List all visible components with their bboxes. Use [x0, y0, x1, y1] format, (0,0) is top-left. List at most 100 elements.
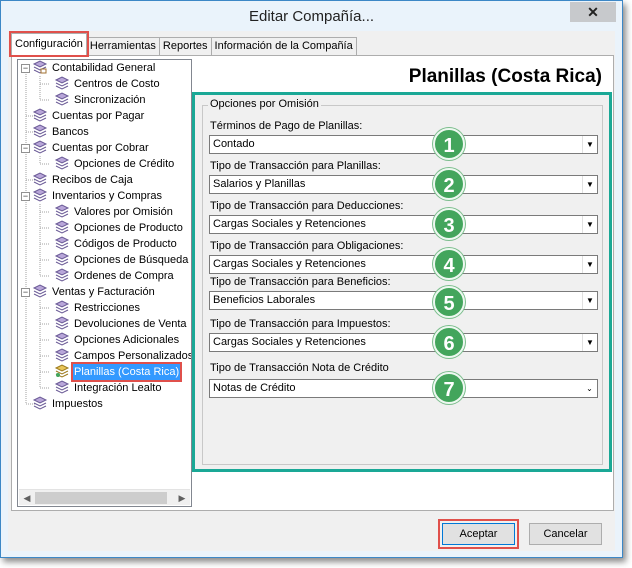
dropdown-arrow-icon[interactable]: ▼	[582, 216, 597, 233]
tab-reportes[interactable]: Reportes	[158, 37, 212, 55]
collapse-icon[interactable]: −	[21, 144, 30, 153]
tree-item-ordenes-de-compra[interactable]: Ordenes de Compra	[54, 268, 175, 284]
tree-item-label: Opciones de Producto	[74, 222, 183, 234]
tree-item-label: Impuestos	[52, 398, 103, 410]
dialog-button-bar: Aceptar Cancelar	[8, 511, 615, 551]
close-button[interactable]: ✕	[570, 2, 616, 22]
page-title: Planillas (Costa Rica)	[408, 66, 602, 87]
tree-item-label: Bancos	[52, 126, 89, 138]
dropdown-arrow-icon[interactable]: ▼	[582, 176, 597, 193]
selected-value: Cargas Sociales y Retenciones	[213, 258, 366, 270]
step-badge: 2	[433, 168, 465, 200]
collapse-icon[interactable]: −	[21, 192, 30, 201]
tree-item-opciones-de-busqueda[interactable]: Opciones de Búsqueda	[54, 252, 189, 268]
selected-value: Contado	[213, 138, 255, 150]
deductions-transaction-select[interactable]: Cargas Sociales y Retenciones ▼	[209, 215, 598, 234]
tree-item-label: Opciones Adicionales	[74, 334, 180, 346]
taxes-transaction-label: Tipo de Transacción para Impuestos:	[210, 318, 391, 330]
taxes-transaction-select[interactable]: Cargas Sociales y Retenciones ▼	[209, 333, 598, 352]
tree-item-label: Campos Personalizados	[74, 350, 192, 362]
folder-stack-icon	[32, 60, 48, 74]
tree-item-label: Planillas (Costa Rica)	[70, 362, 183, 382]
payroll-transaction-select[interactable]: Salarios y Planillas ▼	[209, 175, 598, 194]
folder-stack-icon	[54, 380, 70, 394]
benefits-transaction-select[interactable]: Beneficios Laborales ▼	[209, 291, 598, 310]
tree-item-centros-de-costo[interactable]: Centros de Costo	[54, 76, 161, 92]
scroll-right-icon[interactable]: ▶	[174, 490, 190, 506]
tree-item-restricciones[interactable]: Restricciones	[54, 300, 141, 316]
tree-item-campos-personalizados[interactable]: Campos Personalizados	[54, 348, 192, 364]
tree-item-sincronizacion[interactable]: Sincronización	[54, 92, 147, 108]
scroll-left-icon[interactable]: ◀	[19, 490, 35, 506]
settings-tree[interactable]: − − − − Contabilidad General Centros de …	[17, 59, 192, 507]
tree-item-recibos-de-caja[interactable]: Recibos de Caja	[32, 172, 134, 188]
selected-value: Salarios y Planillas	[213, 178, 306, 190]
tree-item-inventarios-y-compras[interactable]: Inventarios y Compras	[32, 188, 163, 204]
folder-stack-icon	[54, 92, 70, 106]
step-badge: 6	[433, 326, 465, 358]
tree-item-cuentas-por-cobrar[interactable]: Cuentas por Cobrar	[32, 140, 150, 156]
accept-button[interactable]: Aceptar	[438, 519, 519, 549]
payment-terms-label: Términos de Pago de Planillas:	[210, 120, 363, 132]
dropdown-arrow-icon[interactable]: ▼	[582, 334, 597, 351]
tree-item-label: Valores por Omisión	[74, 206, 173, 218]
scrollbar-thumb[interactable]	[35, 492, 167, 504]
tree-item-impuestos[interactable]: Impuestos	[32, 396, 104, 412]
obligations-transaction-select[interactable]: Cargas Sociales y Retenciones ▼	[209, 255, 598, 274]
credit-note-transaction-select[interactable]: Notas de Crédito ⌄	[209, 379, 598, 398]
dialog-client-area: Configuración Herramientas Reportes Informa…	[8, 31, 615, 551]
folder-stack-icon	[32, 172, 48, 186]
dropdown-arrow-icon[interactable]: ▼	[582, 136, 597, 153]
tree-item-label: Centros de Costo	[74, 78, 160, 90]
step-badge: 3	[433, 208, 465, 240]
tree-item-ventas-y-facturacion[interactable]: Ventas y Facturación	[32, 284, 156, 300]
section-header: Planillas (Costa Rica)	[198, 59, 610, 90]
folder-stack-icon	[54, 236, 70, 250]
tree-item-bancos[interactable]: Bancos	[32, 124, 90, 140]
dropdown-arrow-icon[interactable]: ▼	[582, 292, 597, 309]
folder-stack-icon	[54, 252, 70, 266]
selected-value: Cargas Sociales y Retenciones	[213, 336, 366, 348]
edit-company-dialog: Editar Compañía... ✕ Configuración Herram…	[0, 0, 623, 558]
tree-item-label: Recibos de Caja	[52, 174, 133, 186]
tree-item-valores-por-omision[interactable]: Valores por Omisión	[54, 204, 174, 220]
tree-item-integracion-lealto[interactable]: Integración Lealto	[54, 380, 162, 396]
tree-item-label: Cuentas por Pagar	[52, 110, 145, 122]
tab-herramientas[interactable]: Herramientas	[85, 37, 160, 55]
dropdown-arrow-icon[interactable]: ▼	[582, 256, 597, 273]
tree-item-devoluciones-de-venta[interactable]: Devoluciones de Venta	[54, 316, 188, 332]
tree-item-opciones-de-credito[interactable]: Opciones de Crédito	[54, 156, 175, 172]
collapse-icon[interactable]: −	[21, 64, 30, 73]
tree-item-label: Ventas y Facturación	[52, 286, 155, 298]
tree-item-codigos-de-producto[interactable]: Códigos de Producto	[54, 236, 178, 252]
tree-item-opciones-de-producto[interactable]: Opciones de Producto	[54, 220, 184, 236]
tree-horizontal-scrollbar[interactable]: ◀ ▶	[19, 489, 190, 505]
close-icon: ✕	[587, 4, 599, 20]
tab-informacion-compania[interactable]: Información de la Compañía	[210, 37, 357, 55]
group-title: Opciones por Omisión	[208, 98, 321, 110]
payment-terms-select[interactable]: Contado ▼	[209, 135, 598, 154]
default-options-group: Opciones por Omisión Términos de Pago de…	[202, 98, 603, 465]
selected-value: Beneficios Laborales	[213, 294, 316, 306]
tree-item-planillas-costa-rica[interactable]: Planillas (Costa Rica)	[54, 362, 183, 382]
tree-item-label: Contabilidad General	[52, 62, 156, 74]
collapse-icon[interactable]: −	[21, 288, 30, 297]
folder-stack-icon	[32, 124, 48, 138]
deductions-transaction-label: Tipo de Transacción para Deducciones:	[210, 200, 404, 212]
folder-stack-icon	[54, 76, 70, 90]
selected-value: Cargas Sociales y Retenciones	[213, 218, 366, 230]
configuration-panel: − − − − Contabilidad General Centros de …	[11, 55, 614, 511]
tree-item-contabilidad-general[interactable]: Contabilidad General	[32, 60, 156, 76]
tab-configuracion[interactable]: Configuración	[9, 31, 89, 57]
folder-stack-icon	[32, 396, 48, 410]
step-badge: 7	[433, 372, 465, 404]
tree-item-label: Opciones de Crédito	[74, 158, 175, 170]
tree-item-opciones-adicionales[interactable]: Opciones Adicionales	[54, 332, 180, 348]
cancel-button[interactable]: Cancelar	[529, 523, 602, 545]
tree-item-cuentas-por-pagar[interactable]: Cuentas por Pagar	[32, 108, 145, 124]
folder-stack-icon	[54, 204, 70, 218]
folder-stack-icon	[54, 300, 70, 314]
folder-stack-icon	[54, 332, 70, 346]
chevron-down-icon[interactable]: ⌄	[582, 380, 597, 397]
obligations-transaction-label: Tipo de Transacción para Obligaciones:	[210, 240, 404, 252]
